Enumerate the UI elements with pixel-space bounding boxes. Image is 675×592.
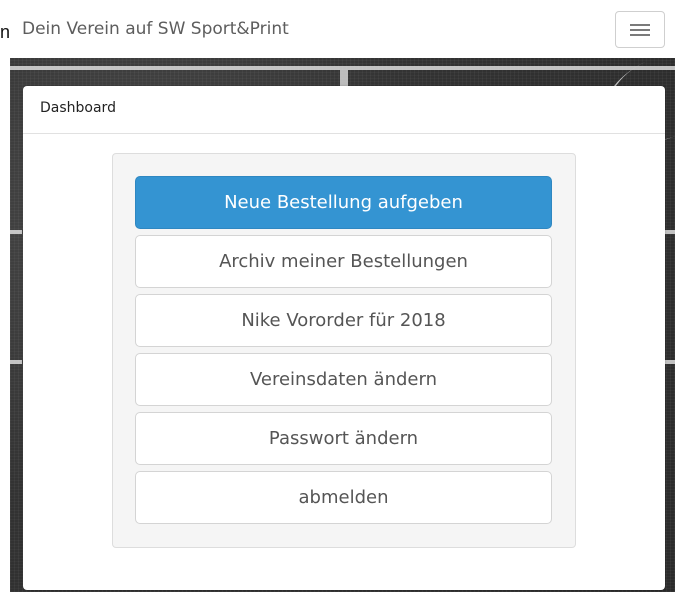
nike-preorder-button[interactable]: Nike Vororder für 2018 [135, 294, 552, 347]
logout-button[interactable]: abmelden [135, 471, 552, 524]
site-brand-link[interactable]: Dein Verein auf SW Sport&Print [22, 19, 289, 39]
dashboard-menu-panel: Neue Bestellung aufgeben Archiv meiner B… [112, 153, 576, 548]
change-password-button[interactable]: Passwort ändern [135, 412, 552, 465]
top-navbar: n Dein Verein auf SW Sport&Print [0, 0, 675, 58]
dashboard-card-header: Dashboard [23, 86, 665, 134]
dashboard-card: Dashboard Neue Bestellung aufgeben Archi… [23, 86, 665, 590]
edit-club-data-button[interactable]: Vereinsdaten ändern [135, 353, 552, 406]
hamburger-menu-icon [630, 23, 650, 37]
brand-prefix: n [0, 22, 11, 42]
order-archive-button[interactable]: Archiv meiner Bestellungen [135, 235, 552, 288]
new-order-button[interactable]: Neue Bestellung aufgeben [135, 176, 552, 229]
navbar-toggle-button[interactable] [615, 11, 665, 48]
dashboard-title: Dashboard [40, 100, 116, 116]
track-line-left-upper [10, 230, 22, 234]
track-line-left-lower [10, 360, 22, 364]
